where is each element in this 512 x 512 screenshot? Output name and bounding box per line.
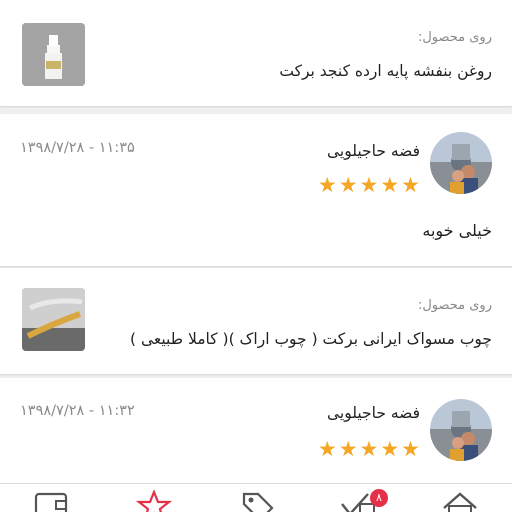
rating-stars: ★ ★ ★ ★ ★: [318, 439, 420, 460]
star-icon: ★: [317, 437, 337, 461]
review-comment: خیلی خوبه: [422, 221, 492, 240]
home-icon[interactable]: [440, 490, 480, 512]
tag-icon[interactable]: [238, 490, 278, 512]
star-icon: ★: [359, 437, 379, 461]
product-name[interactable]: روغن بنفشه پایه ارده کنجد برکت: [279, 62, 492, 80]
star-icon: ★: [401, 173, 420, 197]
rating-stars: ★ ★ ★ ★ ★: [318, 175, 420, 196]
miswak-thumbnail[interactable]: [22, 288, 85, 351]
starred-icon[interactable]: [134, 489, 174, 512]
avatar: [430, 399, 492, 461]
star-icon: ★: [338, 173, 358, 197]
on-product-label: روی محصول:: [417, 30, 492, 45]
wallet-icon[interactable]: [32, 490, 72, 512]
on-product-label: روی محصول:: [417, 298, 492, 313]
star-icon: ★: [380, 173, 400, 197]
avatar: [430, 132, 492, 194]
star-icon: ★: [359, 173, 379, 197]
review-card[interactable]: [0, 114, 512, 266]
reviewer-name: فضه حاجیلویی: [326, 142, 420, 160]
product-card[interactable]: روی محصول: روغن بنفشه پایه ارده کنجد برک…: [0, 0, 512, 106]
product-name[interactable]: چوب مسواک ایرانی برکت ( چوب اراک )( کامل…: [130, 330, 492, 348]
reviewer-name: فضه حاجیلویی: [326, 404, 420, 422]
orders-count-badge: ۸: [370, 489, 388, 507]
review-timestamp: ۱۳۹۸/۷/۲۸ - ۱۱:۳۵: [20, 140, 135, 156]
product-card[interactable]: روی محصول: چوب مسواک ایرانی برکت ( چوب ا…: [0, 268, 512, 374]
star-icon: ★: [401, 437, 420, 461]
star-icon: ★: [380, 437, 400, 461]
star-icon: ★: [338, 437, 358, 461]
review-timestamp: ۱۳۹۸/۷/۲۸ - ۱۱:۳۲: [20, 403, 135, 419]
star-icon: ★: [317, 173, 337, 197]
oil-bottle-thumbnail[interactable]: [22, 23, 85, 86]
